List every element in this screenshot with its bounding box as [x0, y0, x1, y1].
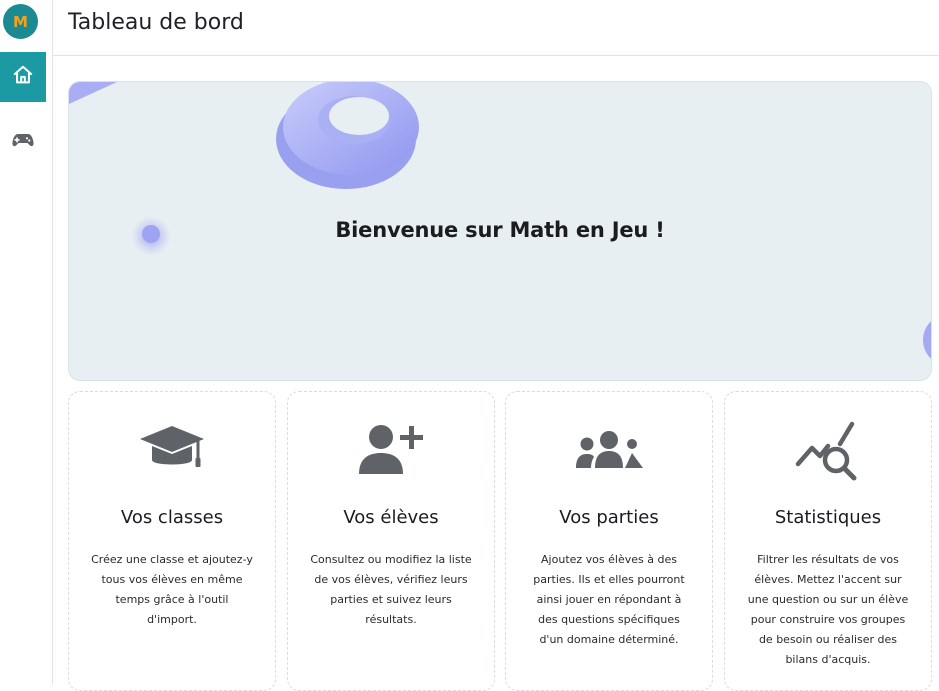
user-plus-icon	[357, 420, 425, 484]
card-classes[interactable]: Vos classes Créez une classe et ajoutez-…	[68, 391, 276, 691]
welcome-title: Bienvenue sur Math en Jeu !	[335, 218, 665, 242]
card-title: Statistiques	[774, 507, 882, 528]
users-group-icon	[573, 420, 645, 484]
card-students[interactable]: Vos élèves Consultez ou modifiez la list…	[287, 391, 495, 691]
page-title: Tableau de bord	[68, 10, 244, 35]
app-logo[interactable]: M	[3, 4, 38, 39]
chart-search-icon	[794, 420, 862, 484]
card-description: Filtrer les résultats de vos élèves. Met…	[747, 553, 909, 666]
sidebar-item-games[interactable]	[0, 117, 46, 167]
feature-cards: Vos classes Créez une classe et ajoutez-…	[68, 391, 932, 691]
sidebar-item-home[interactable]	[0, 52, 46, 102]
graduation-cap-icon	[138, 420, 206, 484]
card-description: Consultez ou modifiez la liste de vos él…	[310, 553, 472, 626]
card-title: Vos classes	[120, 507, 224, 528]
card-title: Vos parties	[559, 507, 659, 528]
home-icon	[12, 64, 34, 90]
card-description: Créez une classe et ajoutez-y tous vos é…	[91, 553, 253, 626]
welcome-banner: Bienvenue sur Math en Jeu !	[68, 81, 932, 381]
card-games[interactable]: Vos parties Ajoutez vos élèves à des par…	[505, 391, 713, 691]
sidebar: M	[0, 0, 53, 685]
card-title: Vos élèves	[343, 507, 439, 528]
top-header: Tableau de bord	[53, 0, 939, 56]
card-statistics[interactable]: Statistiques Filtrer les résultats de vo…	[724, 391, 932, 691]
logo-letter: M	[13, 12, 28, 31]
card-description: Ajoutez vos élèves à des parties. Ils et…	[533, 553, 685, 646]
gamepad-icon	[11, 128, 35, 156]
